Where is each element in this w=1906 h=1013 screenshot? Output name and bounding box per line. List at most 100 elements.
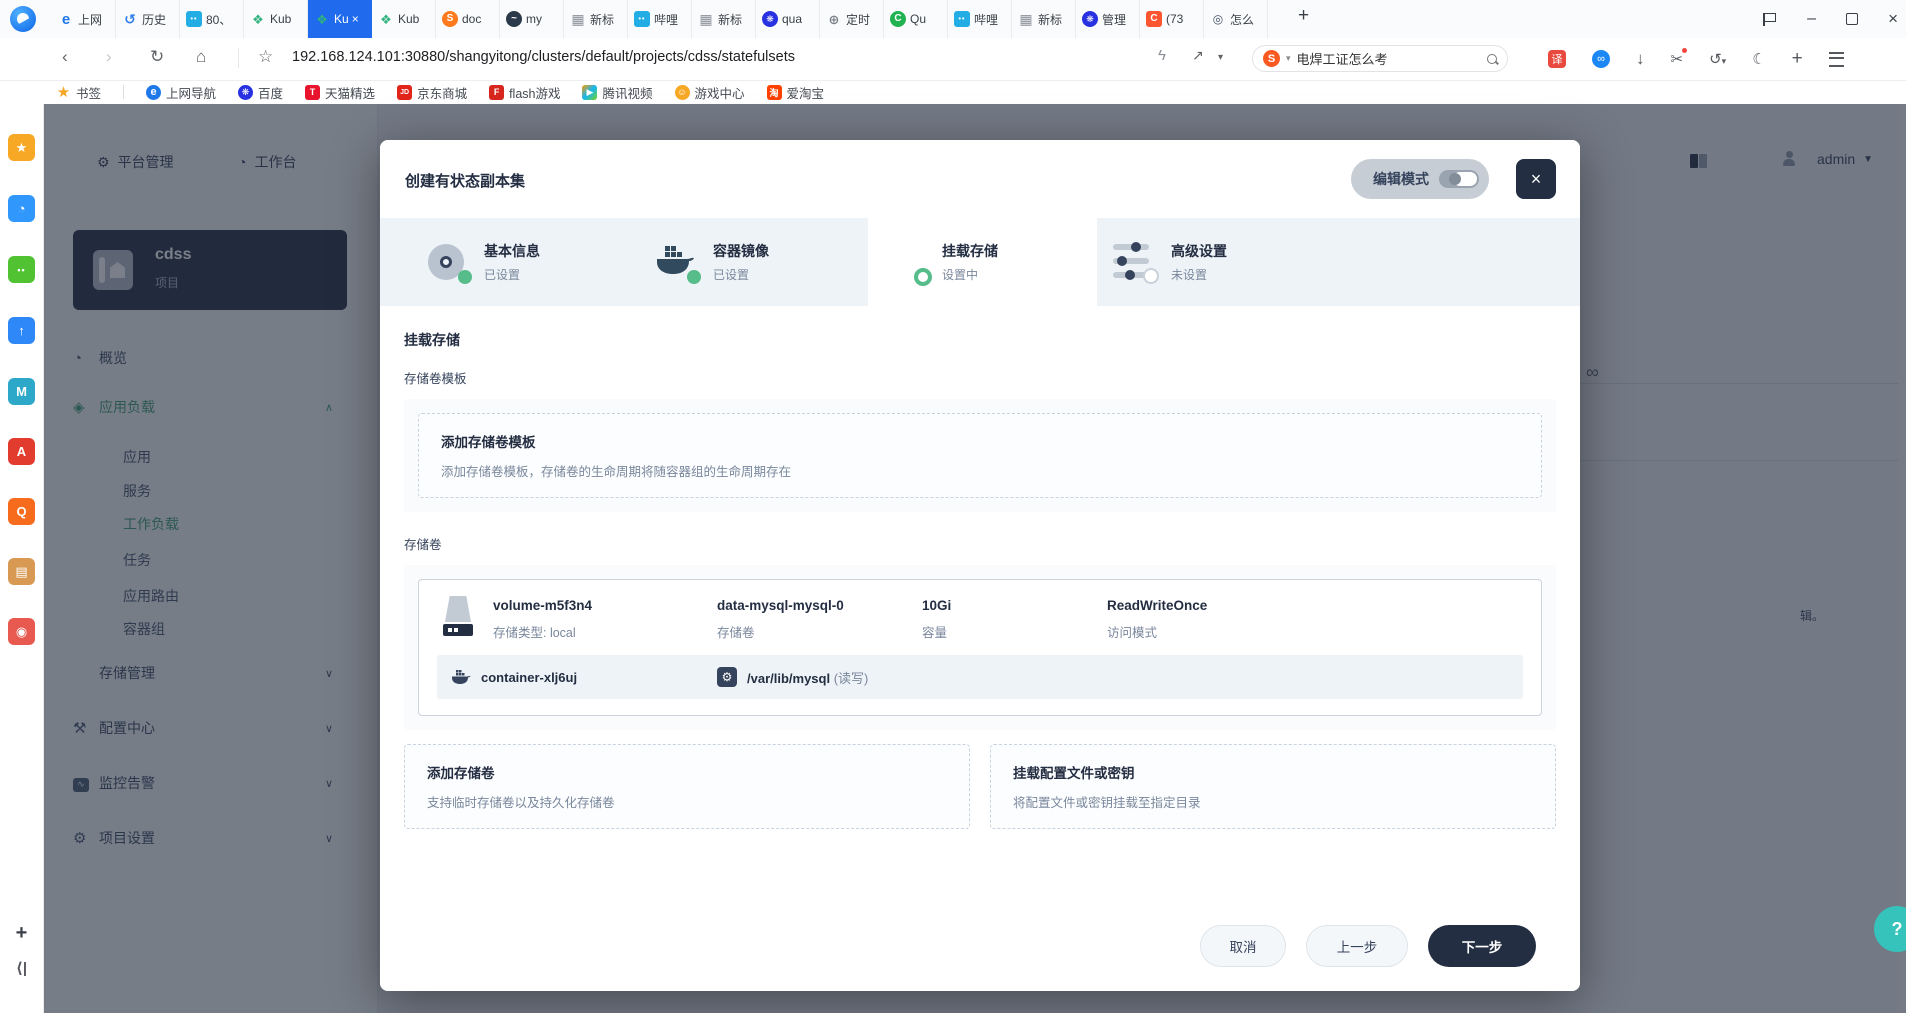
m-app-icon[interactable]: M — [8, 378, 35, 405]
home-button[interactable]: ⌂ — [196, 47, 206, 67]
camera-app-icon[interactable]: ◉ — [8, 618, 35, 645]
new-tab-button[interactable]: + — [1298, 5, 1309, 27]
menu-icon[interactable] — [1829, 52, 1844, 67]
browser-tab[interactable]: ❖Kub — [372, 0, 436, 38]
browser-tab[interactable]: Sdoc — [436, 0, 500, 38]
browser-tab[interactable]: ◎怎么 — [1204, 0, 1268, 38]
maximize-button[interactable] — [1846, 13, 1858, 25]
infinity-icon[interactable]: ∞ — [1592, 50, 1610, 68]
adobe-pdf-icon[interactable]: A — [8, 438, 35, 465]
status-badge — [687, 270, 701, 284]
share-dropdown-icon[interactable]: ▾ — [1218, 52, 1223, 63]
docker-icon — [451, 669, 471, 686]
engine-dropdown-icon[interactable]: ▾ — [1286, 53, 1291, 64]
sogou-search-icon: S — [1263, 50, 1280, 67]
bookmark-item[interactable]: Fflash游戏 — [489, 83, 560, 102]
search-app-icon[interactable]: Q — [8, 498, 35, 525]
browser-tab[interactable]: ⊕定时 — [820, 0, 884, 38]
share-icon[interactable]: ↗ — [1192, 47, 1204, 64]
back-button[interactable]: ‹ — [62, 47, 68, 67]
url-field[interactable]: 192.168.124.101:30880/shangyitong/cluste… — [292, 49, 1152, 65]
dark-mode-moon-icon[interactable]: ☾ — [1752, 50, 1765, 68]
volume-summary-row: volume-m5f3n4存储类型: local data-mysql-mysq… — [419, 580, 1541, 655]
browser-tab[interactable]: ••80、 — [180, 0, 244, 38]
jd-icon: JD — [397, 85, 412, 100]
step-basic-info[interactable]: 基本信息已设置 — [410, 218, 639, 306]
browser-tab[interactable]: ↺历史 — [116, 0, 180, 38]
step-mount-storage-active[interactable]: 挂载存储设置中 — [868, 218, 1097, 306]
close-window-button[interactable]: × — [1888, 9, 1898, 29]
baidu-icon: ❋ — [1082, 11, 1098, 27]
browser-tab[interactable]: ~my — [500, 0, 564, 38]
screenshot-scissors-icon[interactable]: ✂ — [1671, 50, 1684, 68]
tmall-icon: T — [305, 85, 320, 100]
cancel-button[interactable]: 取消 — [1200, 925, 1286, 967]
browser-tab[interactable]: CQu — [884, 0, 948, 38]
browser-tab[interactable]: ❖Kub — [244, 0, 308, 38]
dock-add-icon[interactable]: + — [8, 920, 35, 947]
bookmark-item[interactable]: e上网导航 — [146, 83, 216, 102]
step-container-image[interactable]: 容器镜像已设置 — [639, 218, 868, 306]
game-center-icon: ☺ — [675, 85, 690, 100]
wechat-icon[interactable]: •• — [8, 256, 35, 283]
browser-tab[interactable]: ••哔哩 — [628, 0, 692, 38]
bookmark-item[interactable]: T天猫精选 — [305, 83, 375, 102]
clock-icon[interactable]: ◔ — [8, 195, 35, 222]
docker-icon — [655, 240, 699, 284]
add-volume-template-box[interactable]: 添加存储卷模板 添加存储卷模板，存储卷的生命周期将随容器组的生命周期存在 — [418, 413, 1542, 498]
browser-logo-icon[interactable] — [10, 6, 36, 32]
browser-tab-active[interactable]: ❖Ku× — [308, 0, 372, 38]
storage-box-icon[interactable]: ▤ — [8, 558, 35, 585]
lightning-icon[interactable]: ϟ — [1158, 47, 1166, 64]
modal-footer: 取消 上一步 下一步 — [380, 901, 1580, 991]
undo-icon[interactable]: ↺▾ — [1709, 50, 1726, 68]
ie-icon: e — [58, 11, 74, 27]
browser-tab[interactable]: ••哔哩 — [948, 0, 1012, 38]
step-advanced-settings[interactable]: 高级设置未设置 — [1097, 218, 1326, 306]
browser-tab[interactable]: ▦新标 — [692, 0, 756, 38]
star-icon: ★ — [56, 85, 71, 100]
dock-collapse-icon[interactable]: ⟨| — [8, 954, 35, 981]
browser-tab[interactable]: e上网 — [52, 0, 116, 38]
download-icon[interactable]: ↓ — [1636, 49, 1645, 69]
edit-mode-toggle[interactable]: 编辑模式 — [1351, 159, 1489, 199]
browser-tab[interactable]: ❋qua — [756, 0, 820, 38]
search-icon[interactable] — [1487, 54, 1497, 64]
next-step-button[interactable]: 下一步 — [1428, 925, 1536, 967]
minimize-button[interactable]: – — [1807, 10, 1816, 28]
bookmarks-manager[interactable]: ★书签 — [56, 83, 101, 102]
forward-button[interactable]: › — [106, 47, 112, 67]
browser-tab[interactable]: ❋管理 — [1076, 0, 1140, 38]
tab-close-icon[interactable]: × — [352, 12, 359, 26]
previous-step-button[interactable]: 上一步 — [1306, 925, 1408, 967]
history-icon: ↺ — [122, 11, 138, 27]
flash-icon: F — [489, 85, 504, 100]
kubesphere-icon: ❖ — [314, 11, 330, 27]
volume-card[interactable]: volume-m5f3n4存储类型: local data-mysql-mysq… — [418, 579, 1542, 716]
bookmarks-bar: ★书签 e上网导航 ❋百度 T天猫精选 JD京东商城 Fflash游戏 ▶腾讯视… — [56, 80, 824, 104]
browser-tab[interactable]: C(73 — [1140, 0, 1204, 38]
cloud-upload-icon[interactable]: ↑ — [8, 317, 35, 344]
translate-icon[interactable]: 译 — [1548, 50, 1566, 68]
bookmark-item[interactable]: ▶腾讯视频 — [582, 83, 652, 102]
bookmark-item[interactable]: JD京东商城 — [397, 83, 467, 102]
browser-tab[interactable]: ▦新标 — [1012, 0, 1076, 38]
section-title: 挂载存储 — [404, 330, 1556, 350]
search-query[interactable]: 电焊工证怎么考 — [1297, 49, 1388, 68]
bookmark-star-icon[interactable]: ☆ — [258, 47, 273, 67]
add-volume-box[interactable]: 添加存储卷 支持临时存储卷以及持久化存储卷 — [404, 744, 970, 829]
favorites-icon[interactable]: ★ — [8, 134, 35, 161]
search-box[interactable]: S ▾ 电焊工证怎么考 — [1252, 45, 1508, 72]
sidebar-panel-icon[interactable] — [1763, 13, 1777, 26]
modal-header: 创建有状态副本集 编辑模式 × — [380, 140, 1580, 218]
bookmark-item[interactable]: ❋百度 — [238, 83, 283, 102]
close-modal-button[interactable]: × — [1516, 159, 1556, 199]
plus-icon[interactable]: + — [1792, 48, 1803, 70]
mount-config-box[interactable]: 挂载配置文件或密钥 将配置文件或密钥挂载至指定目录 — [990, 744, 1556, 829]
refresh-button[interactable]: ↻ — [150, 47, 164, 67]
divider — [123, 85, 124, 99]
bookmark-item[interactable]: ☺游戏中心 — [675, 83, 745, 102]
bookmark-item[interactable]: 淘爱淘宝 — [767, 83, 825, 102]
toggle-switch[interactable] — [1439, 170, 1479, 188]
browser-tab[interactable]: ▦新标 — [564, 0, 628, 38]
